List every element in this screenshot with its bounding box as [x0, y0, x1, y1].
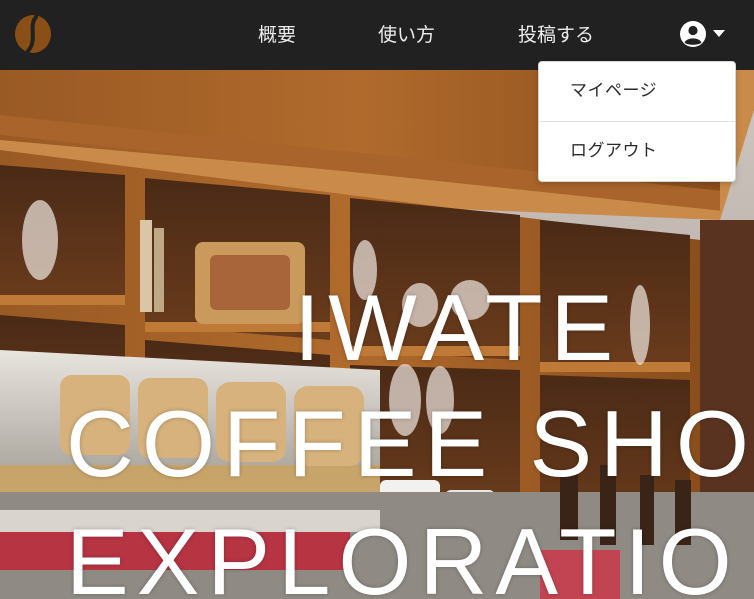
user-menu-toggle[interactable]	[679, 20, 729, 48]
caret-down-icon	[713, 30, 725, 37]
menu-item-logout[interactable]: ログアウト	[539, 122, 735, 182]
logo-link[interactable]	[14, 14, 52, 54]
user-dropdown-menu: マイページ ログアウト	[538, 61, 736, 182]
menu-item-my-page[interactable]: マイページ	[539, 62, 735, 122]
page: IWATE COFFEE SHO EXPLORATIO 概要 使い方 投稿する	[0, 0, 754, 599]
nav-link-post[interactable]: 投稿する	[518, 22, 594, 48]
coffee-bean-icon	[15, 15, 51, 53]
nav-link-how-to-use[interactable]: 使い方	[378, 22, 435, 48]
nav-link-overview[interactable]: 概要	[258, 22, 296, 48]
navbar: 概要 使い方 投稿する	[0, 0, 754, 70]
